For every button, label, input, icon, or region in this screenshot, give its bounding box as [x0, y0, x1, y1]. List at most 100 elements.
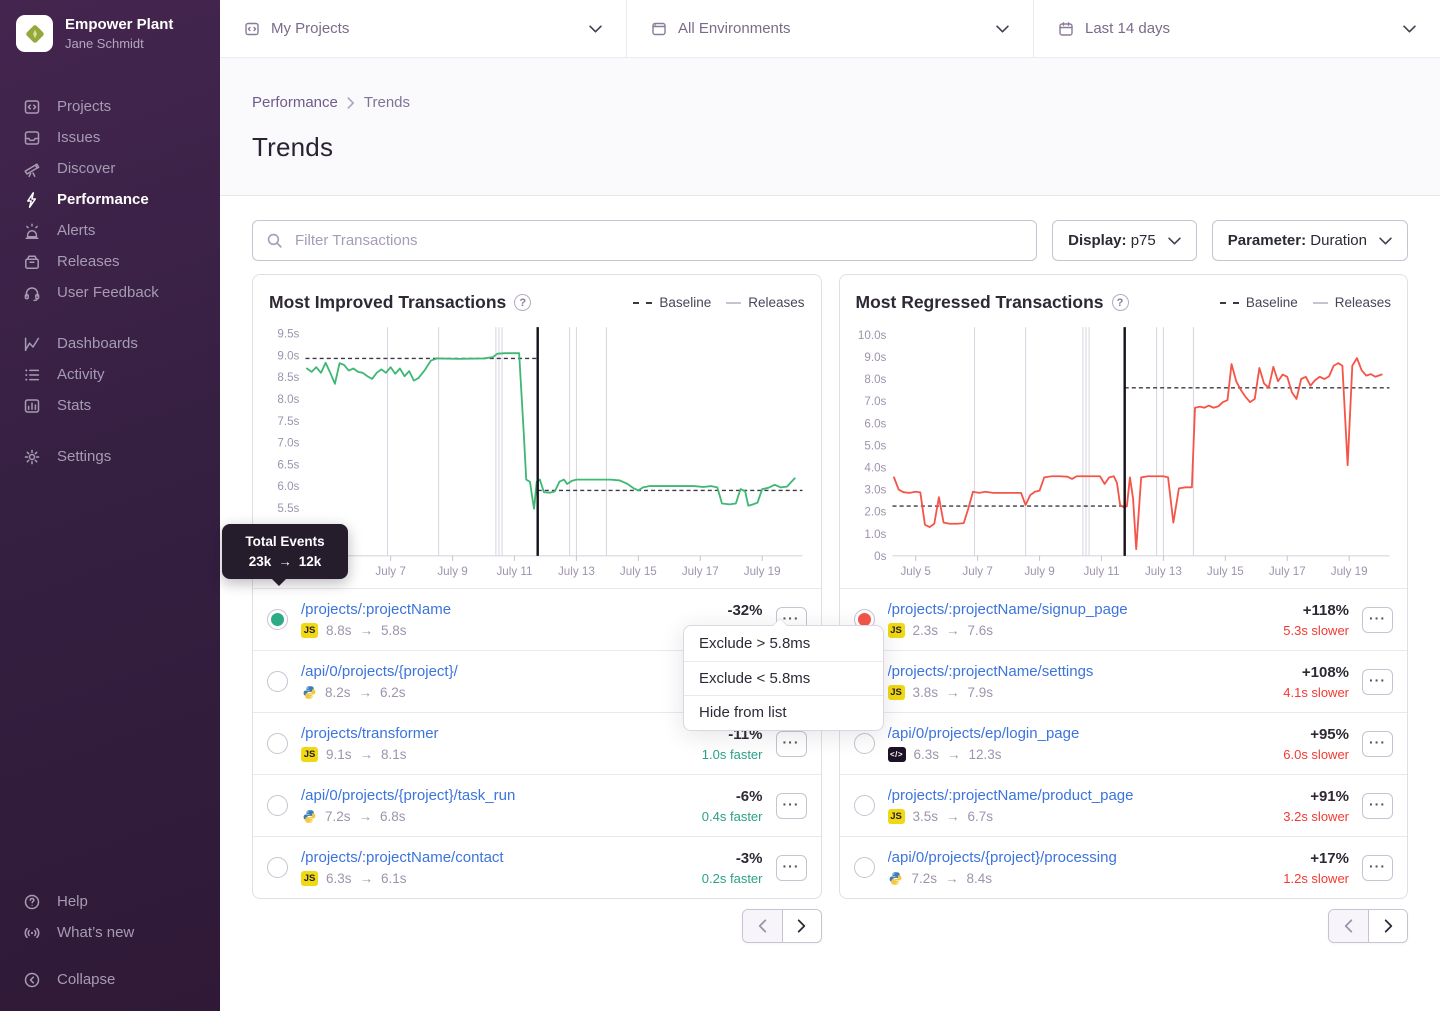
question-mark-icon[interactable]: ? — [1112, 294, 1129, 311]
sidebar-item-label: Issues — [57, 129, 100, 146]
radio-button[interactable] — [267, 733, 288, 754]
project-filter-dropdown[interactable]: My Projects — [220, 0, 627, 57]
regressed-transactions-chart[interactable]: July 5July 7July 9July 11July 13July 15J… — [854, 321, 1394, 582]
more-options-button[interactable]: ··· — [776, 793, 807, 819]
breadcrumb-performance-link[interactable]: Performance — [252, 94, 338, 111]
dashboards-icon — [23, 335, 41, 353]
sidebar-item-stats[interactable]: Stats — [0, 390, 220, 421]
sidebar-item-label: Performance — [57, 191, 149, 208]
more-options-button[interactable]: ··· — [776, 855, 807, 881]
regressed-transactions-panel: Most Regressed Transactions ? Baseline R… — [839, 274, 1409, 899]
sidebar-item-settings[interactable]: Settings — [0, 441, 220, 472]
radio-button[interactable] — [854, 795, 875, 816]
gear-icon — [23, 448, 41, 466]
sidebar-item-discover[interactable]: Discover — [0, 153, 220, 184]
radio-button[interactable] — [854, 857, 875, 878]
percent-change: +91% — [1283, 788, 1349, 805]
radio-button[interactable] — [267, 609, 288, 630]
sidebar-item-performance[interactable]: Performance — [0, 184, 220, 215]
releases-swatch — [726, 302, 741, 304]
radio-button[interactable] — [267, 795, 288, 816]
more-options-button[interactable]: ··· — [1362, 731, 1393, 757]
chevron-down-icon — [1168, 237, 1181, 245]
transaction-link[interactable]: /projects/:projectName/signup_page — [888, 601, 1271, 618]
page-title: Trends — [252, 132, 1408, 163]
transaction-link[interactable]: /projects/:projectName — [301, 601, 689, 618]
more-options-button[interactable]: ··· — [1362, 793, 1393, 819]
sidebar-item-activity[interactable]: Activity — [0, 359, 220, 390]
duration-to: 6.2s — [380, 685, 406, 700]
menu-item-hide-from-list[interactable]: Hide from list — [684, 695, 883, 730]
more-options-button[interactable]: ··· — [776, 731, 807, 757]
svg-text:4.0s: 4.0s — [864, 461, 886, 474]
previous-page-button[interactable] — [1329, 910, 1368, 942]
radio-button[interactable] — [854, 733, 875, 754]
sidebar-item-user-feedback[interactable]: User Feedback — [0, 277, 220, 308]
sidebar: Empower Plant Jane Schmidt Projects Issu… — [0, 0, 220, 1011]
date-range-dropdown[interactable]: Last 14 days — [1034, 0, 1440, 57]
transaction-link[interactable]: /projects/:projectName/settings — [888, 663, 1271, 680]
more-options-button[interactable]: ··· — [1362, 607, 1393, 633]
delta-label: 4.1s slower — [1283, 685, 1349, 700]
question-mark-icon[interactable]: ? — [514, 294, 531, 311]
transaction-link[interactable]: /api/0/projects/{project}/task_run — [301, 787, 689, 804]
transaction-row: /api/0/projects/{project}/task_run 7.2s … — [253, 774, 821, 836]
more-options-button[interactable]: ··· — [1362, 669, 1393, 695]
duration-from: 9.1s — [326, 747, 352, 762]
svg-text:July 11: July 11 — [496, 565, 532, 578]
sidebar-item-issues[interactable]: Issues — [0, 122, 220, 153]
display-dropdown[interactable]: Display: p75 — [1052, 220, 1197, 261]
duration-to: 6.7s — [968, 809, 994, 824]
arrow-right-icon: → — [946, 685, 960, 700]
arrow-right-icon: → — [946, 809, 960, 824]
help-icon — [23, 893, 41, 911]
transaction-link[interactable]: /api/0/projects/ep/login_page — [888, 725, 1271, 742]
environment-filter-dropdown[interactable]: All Environments — [627, 0, 1034, 57]
breadcrumb: Performance Trends — [252, 94, 1408, 111]
transaction-link[interactable]: /api/0/projects/{project}/processing — [888, 849, 1271, 866]
sidebar-item-alerts[interactable]: Alerts — [0, 215, 220, 246]
org-switcher[interactable]: Empower Plant Jane Schmidt — [0, 0, 220, 67]
radio-button[interactable] — [267, 671, 288, 692]
next-page-button[interactable] — [1368, 910, 1407, 942]
percent-change: +95% — [1283, 726, 1349, 743]
duration-from: 7.2s — [912, 871, 938, 886]
code-icon: </> — [888, 747, 906, 762]
sidebar-item-help[interactable]: Help — [0, 886, 220, 917]
transaction-row: /projects/:projectName/product_page JS 3… — [840, 774, 1408, 836]
search-input[interactable] — [293, 231, 1023, 250]
svg-text:July 11: July 11 — [1083, 565, 1119, 578]
tooltip-title: Total Events — [230, 534, 340, 549]
chevron-down-icon — [996, 25, 1009, 33]
transaction-row: /projects/:projectName/settings JS 3.8s … — [840, 650, 1408, 712]
parameter-dropdown[interactable]: Parameter: Duration — [1212, 220, 1408, 261]
next-page-button[interactable] — [782, 910, 821, 942]
sidebar-item-dashboards[interactable]: Dashboards — [0, 328, 220, 359]
transaction-link[interactable]: /projects/transformer — [301, 725, 689, 742]
stats-icon — [23, 397, 41, 415]
transaction-link[interactable]: /projects/:projectName/product_page — [888, 787, 1271, 804]
svg-text:9.0s: 9.0s — [277, 349, 299, 362]
menu-item-exclude-above[interactable]: Exclude > 5.8ms — [684, 626, 883, 661]
sidebar-item-label: Dashboards — [57, 335, 138, 352]
sidebar-item-whats-new[interactable]: What’s new — [0, 917, 220, 948]
previous-page-button[interactable] — [743, 910, 782, 942]
main-area: My Projects All Environments Last 14 day… — [220, 0, 1440, 1011]
panels-grid: Most Improved Transactions ? Baseline Re… — [252, 274, 1408, 943]
sidebar-collapse-button[interactable]: Collapse — [0, 964, 220, 995]
arrow-right-icon: → — [360, 747, 374, 762]
menu-item-exclude-below[interactable]: Exclude < 5.8ms — [684, 661, 883, 696]
more-options-button[interactable]: ··· — [1362, 855, 1393, 881]
filter-row: Display: p75 Parameter: Duration — [252, 220, 1408, 261]
sidebar-item-projects[interactable]: Projects — [0, 91, 220, 122]
chevron-right-icon — [347, 97, 355, 109]
sidebar-item-releases[interactable]: Releases — [0, 246, 220, 277]
chart-legend: Baseline Releases — [633, 295, 804, 310]
performance-icon — [23, 191, 41, 209]
transaction-link[interactable]: /projects/:projectName/contact — [301, 849, 689, 866]
chart-legend: Baseline Releases — [1220, 295, 1391, 310]
transaction-row: /api/0/projects/{project}/processing 7.2… — [840, 836, 1408, 898]
org-user: Jane Schmidt — [65, 36, 173, 51]
duration-from: 3.8s — [913, 685, 939, 700]
radio-button[interactable] — [267, 857, 288, 878]
